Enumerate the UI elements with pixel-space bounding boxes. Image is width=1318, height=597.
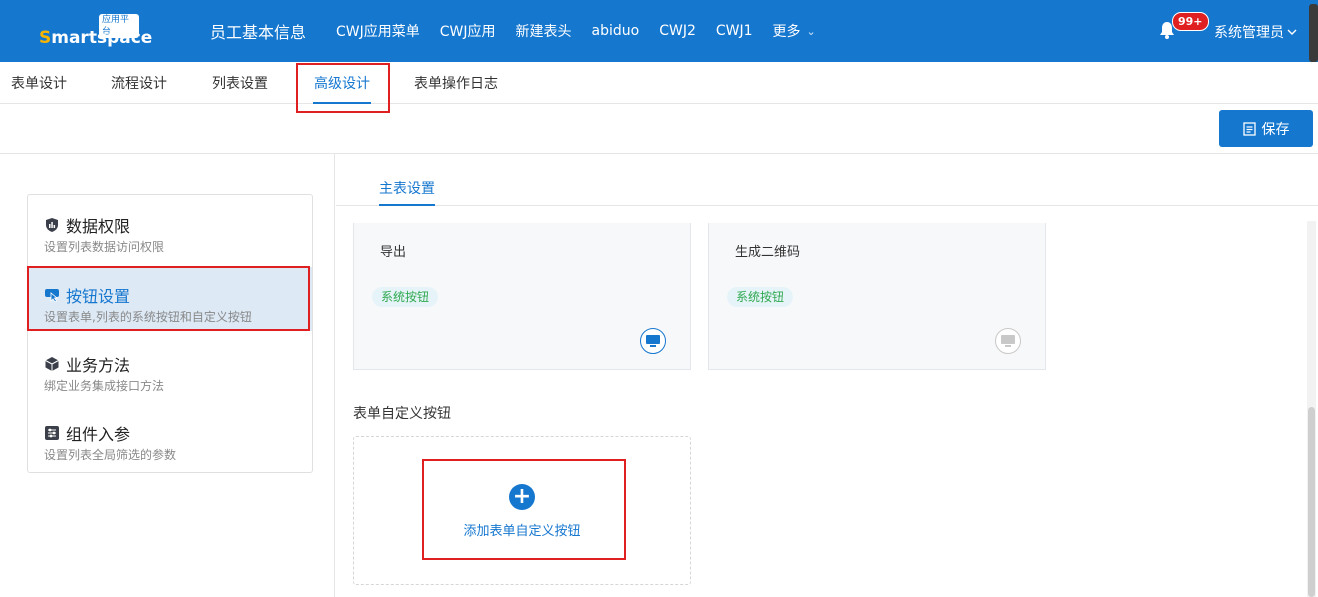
menu-item-title-text: 业务方法 bbox=[66, 356, 131, 375]
nav-item-abiduo[interactable]: abiduo bbox=[592, 23, 640, 39]
settings-menu: 数据权限 设置列表数据访问权限 按钮设置 设置表单,列表的系统按钮和自定义按钮 … bbox=[27, 194, 313, 473]
menu-item-desc: 设置列表数据访问权限 bbox=[44, 240, 165, 254]
tab-label: 表单操作日志 bbox=[414, 76, 498, 92]
menu-item-business-method[interactable]: 业务方法 绑定业务集成接口方法 bbox=[28, 336, 312, 400]
highlight-box-add bbox=[422, 459, 626, 560]
monitor-icon bbox=[646, 335, 660, 347]
tab-form-design[interactable]: 表单设计 bbox=[11, 62, 67, 104]
save-label: 保存 bbox=[1261, 121, 1290, 138]
nav-more[interactable]: 更多 ⌄ bbox=[773, 21, 816, 41]
menu-item-component-params[interactable]: 组件入参 设置列表全局筛选的参数 bbox=[28, 405, 312, 469]
custom-buttons-heading: 表单自定义按钮 bbox=[353, 406, 451, 422]
system-button-tag: 系统按钮 bbox=[372, 287, 439, 307]
highlight-box-menu bbox=[27, 266, 310, 331]
nav-item-new-header[interactable]: 新建表头 bbox=[516, 21, 572, 41]
cube-icon bbox=[45, 357, 59, 371]
top-nav: 员工基本信息 CWJ应用菜单 CWJ应用 新建表头 abiduo CWJ2 CW… bbox=[210, 0, 836, 62]
menu-item-title: 数据权限 bbox=[44, 213, 130, 237]
system-button-card-export: 导出 系统按钮 bbox=[353, 223, 691, 370]
top-header: 应用平台 Smartspace 员工基本信息 CWJ应用菜单 CWJ应用 新建表… bbox=[0, 0, 1318, 62]
nav-item-cwj-menu[interactable]: CWJ应用菜单 bbox=[336, 21, 420, 41]
tab-label: 列表设置 bbox=[212, 76, 268, 92]
sub-tab-label: 主表设置 bbox=[379, 181, 435, 197]
logo-text: Smartspace bbox=[39, 28, 152, 48]
logo[interactable]: 应用平台 Smartspace bbox=[39, 12, 152, 52]
document-icon bbox=[1242, 121, 1256, 136]
design-tabs: 表单设计 流程设计 列表设置 高级设计 表单操作日志 bbox=[0, 62, 1318, 104]
menu-item-desc: 绑定业务集成接口方法 bbox=[44, 379, 165, 393]
active-tab-underline bbox=[379, 204, 435, 206]
shield-chart-icon bbox=[46, 218, 58, 232]
button-card-name: 生成二维码 bbox=[735, 245, 801, 260]
settings-sidebar: 数据权限 设置列表数据访问权限 按钮设置 设置表单,列表的系统按钮和自定义按钮 … bbox=[0, 154, 335, 597]
menu-item-title: 业务方法 bbox=[44, 352, 130, 376]
tab-flow-design[interactable]: 流程设计 bbox=[111, 62, 167, 104]
monitor-toggle-icon[interactable] bbox=[640, 328, 666, 354]
logo-rest: martspace bbox=[51, 28, 153, 48]
tab-list-settings[interactable]: 列表设置 bbox=[212, 62, 268, 104]
app-title: 员工基本信息 bbox=[210, 23, 307, 42]
nav-item-cwj1[interactable]: CWJ1 bbox=[716, 23, 753, 39]
tab-operation-log[interactable]: 表单操作日志 bbox=[414, 62, 498, 104]
user-name: 系统管理员 bbox=[1214, 25, 1284, 41]
system-button-tag: 系统按钮 bbox=[727, 287, 794, 307]
monitor-icon bbox=[1001, 335, 1015, 347]
window-scrollbar[interactable] bbox=[1309, 4, 1318, 62]
tab-main-table-settings[interactable]: 主表设置 bbox=[379, 178, 435, 206]
system-button-card-qrcode: 生成二维码 系统按钮 bbox=[708, 223, 1046, 370]
monitor-toggle-icon[interactable] bbox=[995, 328, 1021, 354]
nav-item-cwj2[interactable]: CWJ2 bbox=[659, 23, 696, 39]
chevron-down-icon bbox=[1287, 29, 1297, 35]
content-scrollbar[interactable] bbox=[1307, 221, 1316, 597]
menu-item-title: 组件入参 bbox=[44, 421, 130, 445]
save-button[interactable]: 保存 bbox=[1219, 110, 1313, 147]
notification-badge: 99+ bbox=[1172, 12, 1209, 31]
sliders-icon bbox=[45, 426, 59, 440]
tab-label: 表单设计 bbox=[11, 76, 67, 92]
toolbar: 保存 bbox=[0, 104, 1318, 154]
menu-item-title-text: 数据权限 bbox=[66, 217, 131, 236]
scrollbar-thumb[interactable] bbox=[1308, 407, 1315, 597]
tab-label: 流程设计 bbox=[111, 76, 167, 92]
logo-letter: S bbox=[39, 28, 52, 48]
nav-more-label: 更多 bbox=[772, 24, 801, 40]
nav-item-cwj-app[interactable]: CWJ应用 bbox=[440, 21, 496, 41]
menu-item-title-text: 组件入参 bbox=[66, 425, 131, 444]
user-menu[interactable]: 系统管理员 bbox=[1214, 22, 1298, 42]
menu-item-data-permission[interactable]: 数据权限 设置列表数据访问权限 bbox=[28, 197, 312, 261]
button-card-name: 导出 bbox=[380, 245, 407, 260]
menu-item-desc: 设置列表全局筛选的参数 bbox=[44, 448, 177, 462]
sub-tabs: 主表设置 bbox=[336, 154, 1318, 206]
chevron-down-icon: ⌄ bbox=[806, 24, 816, 38]
